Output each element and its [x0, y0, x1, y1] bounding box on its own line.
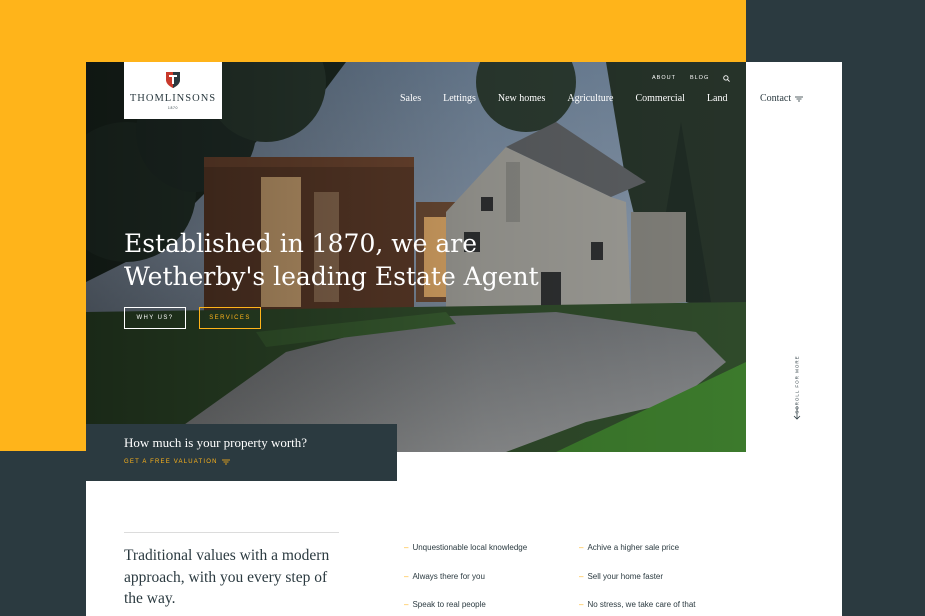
feature-item: – No stress, we take care of that	[579, 600, 696, 609]
feature-item: – Sell your home faster	[579, 572, 663, 581]
free-valuation-label: GET A FREE VALUATION	[124, 459, 218, 465]
website-page: THOMLINSONS 1870 ABOUT BLOG Sales Lettin…	[86, 62, 842, 616]
divider	[124, 532, 339, 533]
logo-year: 1870	[167, 106, 179, 110]
free-valuation-link[interactable]: GET A FREE VALUATION	[124, 459, 230, 465]
arrow-down-icon	[793, 406, 801, 420]
feature-item: – Speak to real people	[404, 600, 486, 609]
why-us-button[interactable]: WHY US?	[124, 307, 186, 329]
scroll-for-more[interactable]: SCROLL FOR MORE	[789, 354, 805, 434]
feature-label: Sell your home faster	[587, 572, 664, 581]
feature-label: No stress, we take care of that	[587, 600, 696, 609]
search-icon[interactable]	[723, 75, 731, 82]
valuation-question: How much is your property worth?	[124, 435, 308, 450]
menu-lines-icon	[795, 96, 804, 101]
dash-icon: –	[404, 543, 409, 552]
menu-lines-icon	[221, 459, 230, 465]
feature-item: – Always there for you	[404, 572, 485, 581]
main-nav: Sales Lettings New homes Agriculture Com…	[400, 93, 727, 104]
valuation-panel: How much is your property worth? GET A F…	[86, 424, 397, 481]
contact-link[interactable]: Contact	[760, 93, 804, 104]
intro-tagline: Traditional values with a modern approac…	[124, 547, 330, 607]
hero-title: Established in 1870, we are Wetherby's l…	[124, 227, 544, 293]
hero-title-line-1: Established in 1870, we are	[124, 229, 478, 258]
feature-label: Unquestionable local knowledge	[412, 543, 528, 552]
nav-item-commercial[interactable]: Commercial	[635, 93, 684, 104]
feature-label: Always there for you	[412, 572, 485, 581]
services-button[interactable]: SERVICES	[199, 307, 261, 329]
nav-item-land[interactable]: Land	[707, 93, 728, 104]
dash-icon: –	[579, 572, 584, 581]
dash-icon: –	[579, 600, 584, 609]
shield-icon	[166, 72, 180, 88]
hero-title-line-2: Wetherby's leading Estate Agent	[124, 262, 539, 291]
utility-nav: ABOUT BLOG	[652, 74, 731, 82]
feature-item: – Achive a higher sale price	[579, 543, 679, 552]
nav-item-new-homes[interactable]: New homes	[498, 93, 546, 104]
nav-item-sales[interactable]: Sales	[400, 93, 421, 104]
logo[interactable]: THOMLINSONS 1870	[124, 62, 222, 119]
blog-link[interactable]: BLOG	[690, 75, 709, 81]
dash-icon: –	[404, 572, 409, 581]
logo-wordmark: THOMLINSONS	[129, 93, 217, 104]
about-link[interactable]: ABOUT	[652, 75, 676, 81]
dash-icon: –	[579, 543, 584, 552]
contact-label: Contact	[760, 93, 792, 104]
dash-icon: –	[404, 600, 409, 609]
nav-item-lettings[interactable]: Lettings	[443, 93, 476, 104]
hero-image: THOMLINSONS 1870 ABOUT BLOG Sales Lettin…	[86, 62, 746, 452]
feature-label: Achive a higher sale price	[587, 543, 680, 552]
feature-label: Speak to real people	[412, 600, 486, 609]
feature-item: – Unquestionable local knowledge	[404, 543, 527, 552]
nav-item-agriculture[interactable]: Agriculture	[567, 93, 613, 104]
